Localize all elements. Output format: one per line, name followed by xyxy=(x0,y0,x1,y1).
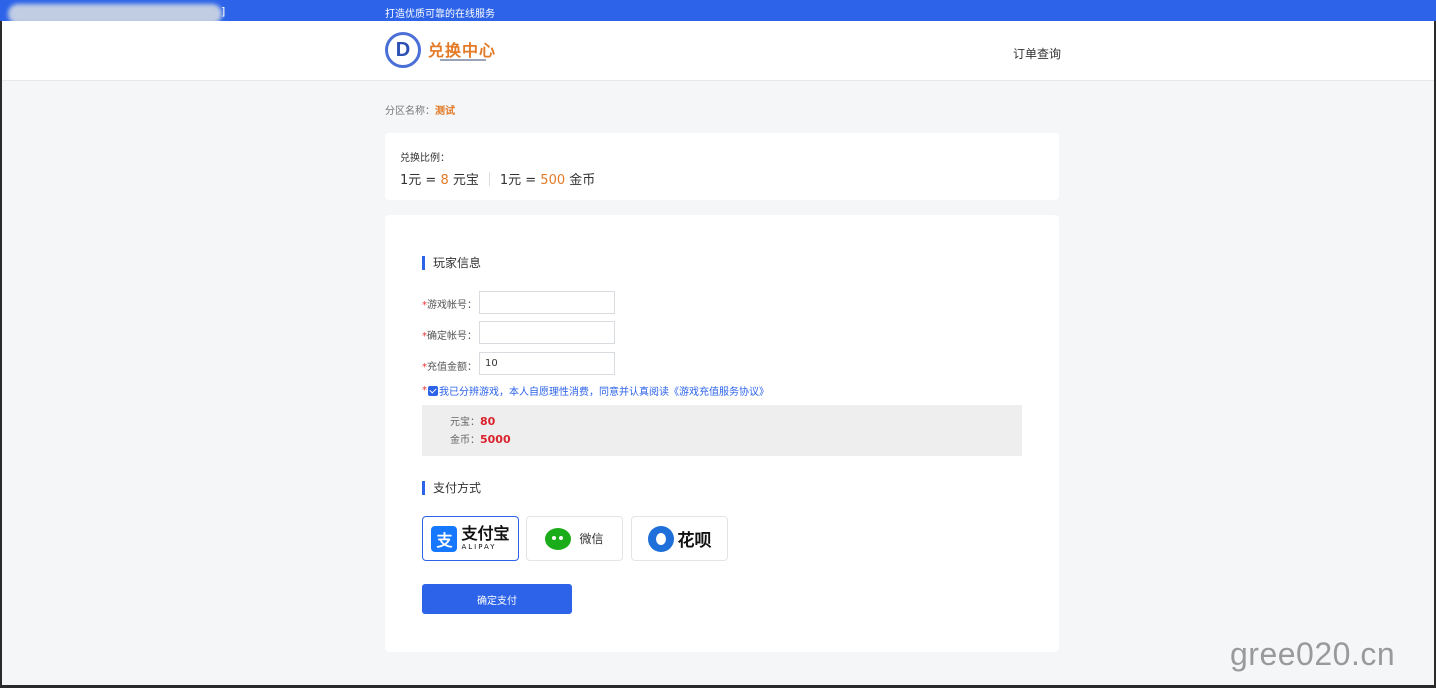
alipay-icon: 支 xyxy=(431,525,458,552)
logo-title[interactable]: 兑换中心 xyxy=(428,37,496,61)
exchange-ratio-card: 兑换比例： 1元 = 8 元宝 1元 = 500 金币 xyxy=(385,133,1059,200)
window-border-left xyxy=(0,0,2,688)
alipay-option[interactable]: 支 支付宝 ALIPAY xyxy=(422,516,519,561)
summary-yuanbao: 元宝：80 xyxy=(450,415,496,428)
payment-method-title: 支付方式 xyxy=(422,479,481,496)
recharge-amount-input[interactable]: 10 xyxy=(479,352,615,375)
blurred-site-name-bracket: ] xyxy=(221,5,226,18)
site-slogan: 打造优质可靠的在线服务 xyxy=(385,9,495,20)
recharge-form-card: 玩家信息 *游戏帐号： *确定帐号： *充值金额： 10 * 我已分辨游戏，本人… xyxy=(385,215,1059,652)
logo-letter: D xyxy=(395,38,411,61)
agreement-text[interactable]: 我已分辨游戏，本人自愿理性消费，同意并认真阅读《游戏充值服务协议》 xyxy=(439,383,769,398)
logo-subtitle-line xyxy=(440,59,486,61)
alipay-sub: ALIPAY xyxy=(461,543,497,551)
huabei-option[interactable]: 花呗 xyxy=(631,516,728,561)
watermark-text: gree020.cn xyxy=(1230,636,1396,672)
ratio-divider xyxy=(488,171,490,186)
player-info-title: 玩家信息 xyxy=(422,254,481,271)
agreement-row: * 我已分辨游戏，本人自愿理性消费，同意并认真阅读《游戏充值服务协议》 xyxy=(422,383,769,398)
wechat-name: 微信 xyxy=(579,532,604,546)
huabei-name: 花呗 xyxy=(677,531,712,551)
section-accent-bar xyxy=(422,255,425,270)
recharge-amount-label: *充值金额： xyxy=(422,362,477,373)
alipay-name: 支付宝 xyxy=(461,524,510,543)
zone-label: 分区名称： xyxy=(385,106,435,117)
confirm-account-label: *确定帐号： xyxy=(422,331,477,342)
game-account-input[interactable] xyxy=(479,291,615,314)
section-accent-bar xyxy=(422,480,425,495)
zone-name: 分区名称：测试 xyxy=(385,102,455,117)
wechat-icon xyxy=(545,527,572,550)
ratio-item-yuanbao: 1元 = 8 元宝 xyxy=(400,173,479,188)
ratio-title: 兑换比例： xyxy=(400,153,450,164)
exchange-summary: 元宝：80 金币：5000 xyxy=(422,405,1022,456)
site-header: D 兑换中心 订单查询 xyxy=(2,21,1434,81)
confirm-pay-button[interactable]: 确定支付 xyxy=(422,584,572,614)
logo-icon[interactable]: D xyxy=(385,32,421,68)
huabei-icon xyxy=(647,525,674,552)
wechat-option[interactable]: 微信 xyxy=(526,516,623,561)
summary-gold: 金币：5000 xyxy=(450,433,511,446)
top-bar: ] 打造优质可靠的在线服务 xyxy=(0,0,1436,24)
ratio-item-gold: 1元 = 500 金币 xyxy=(499,173,596,188)
confirm-account-input[interactable] xyxy=(479,321,615,344)
zone-value: 测试 xyxy=(435,106,455,117)
agreement-checkbox[interactable] xyxy=(428,385,438,396)
order-query-link[interactable]: 订单查询 xyxy=(1013,45,1061,62)
ratio-row: 1元 = 8 元宝 1元 = 500 金币 xyxy=(400,169,595,188)
game-account-label: *游戏帐号： xyxy=(422,300,477,311)
